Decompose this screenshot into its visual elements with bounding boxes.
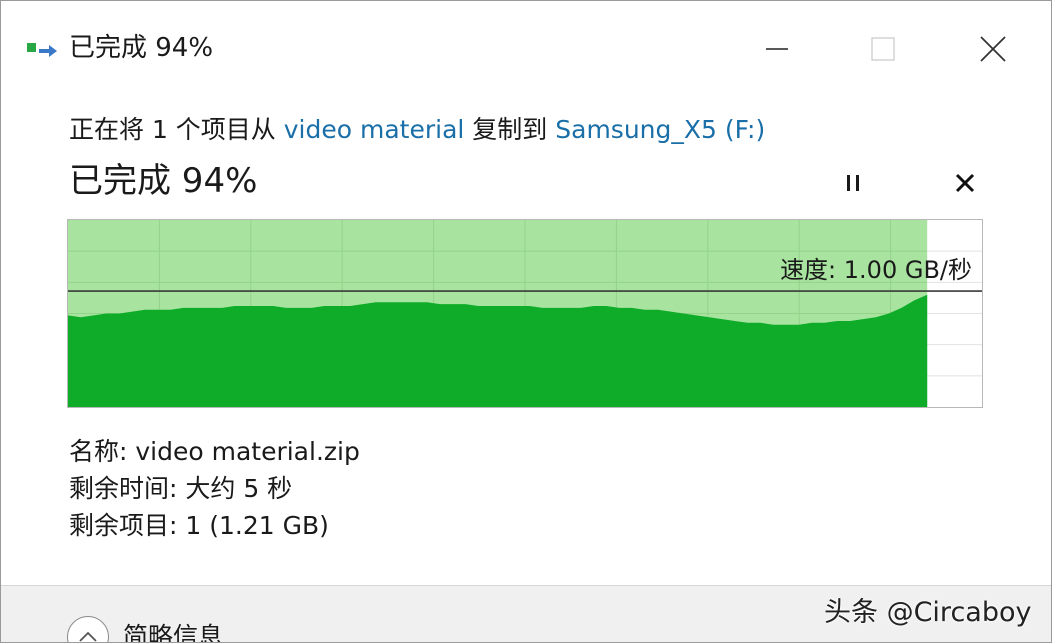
cancel-copy-button[interactable] <box>945 163 985 203</box>
window-title: 已完成 94% <box>69 33 214 63</box>
items-remaining-row: 剩余项目: 1 (1.21 GB) <box>69 511 329 540</box>
file-name-row: 名称: video material.zip <box>69 437 360 466</box>
desc-prefix: 正在将 1 个项目从 <box>69 115 284 144</box>
close-window-button[interactable] <box>963 23 1023 75</box>
desc-middle: 复制到 <box>464 115 556 144</box>
source-folder-link[interactable]: video material <box>284 115 465 144</box>
pause-button[interactable] <box>833 163 873 203</box>
copy-details: 名称: video material.zip 剩余时间: 大约 5 秒 剩余项目… <box>69 433 360 544</box>
progress-status: 已完成 94% <box>69 161 258 201</box>
maximize-button[interactable] <box>853 23 913 75</box>
fewer-details-button[interactable] <box>67 616 109 642</box>
title-bar[interactable]: 已完成 94% <box>1 1 1051 93</box>
maximize-icon <box>871 37 895 61</box>
minimize-icon <box>766 48 788 50</box>
watermark: 头条 @Circaboy <box>824 597 1032 628</box>
speed-graph-svg <box>68 220 982 407</box>
pause-icon <box>847 175 859 191</box>
cancel-icon <box>955 173 975 193</box>
copy-description: 正在将 1 个项目从 video material 复制到 Samsung_X5… <box>69 111 765 149</box>
speed-graph: 速度: 1.00 GB/秒 <box>67 219 983 408</box>
fewer-details-label[interactable]: 简略信息 <box>123 620 223 642</box>
close-icon <box>980 36 1006 62</box>
copy-progress-window: 已完成 94% 正在将 1 个项目从 video material 复制到 Sa… <box>0 0 1052 643</box>
copy-files-icon <box>25 39 65 61</box>
speed-label: 速度: 1.00 GB/秒 <box>780 256 972 284</box>
chevron-up-icon <box>79 631 97 642</box>
minimize-button[interactable] <box>747 23 807 75</box>
destination-drive-link[interactable]: Samsung_X5 (F:) <box>555 115 765 144</box>
time-remaining-row: 剩余时间: 大约 5 秒 <box>69 474 293 503</box>
